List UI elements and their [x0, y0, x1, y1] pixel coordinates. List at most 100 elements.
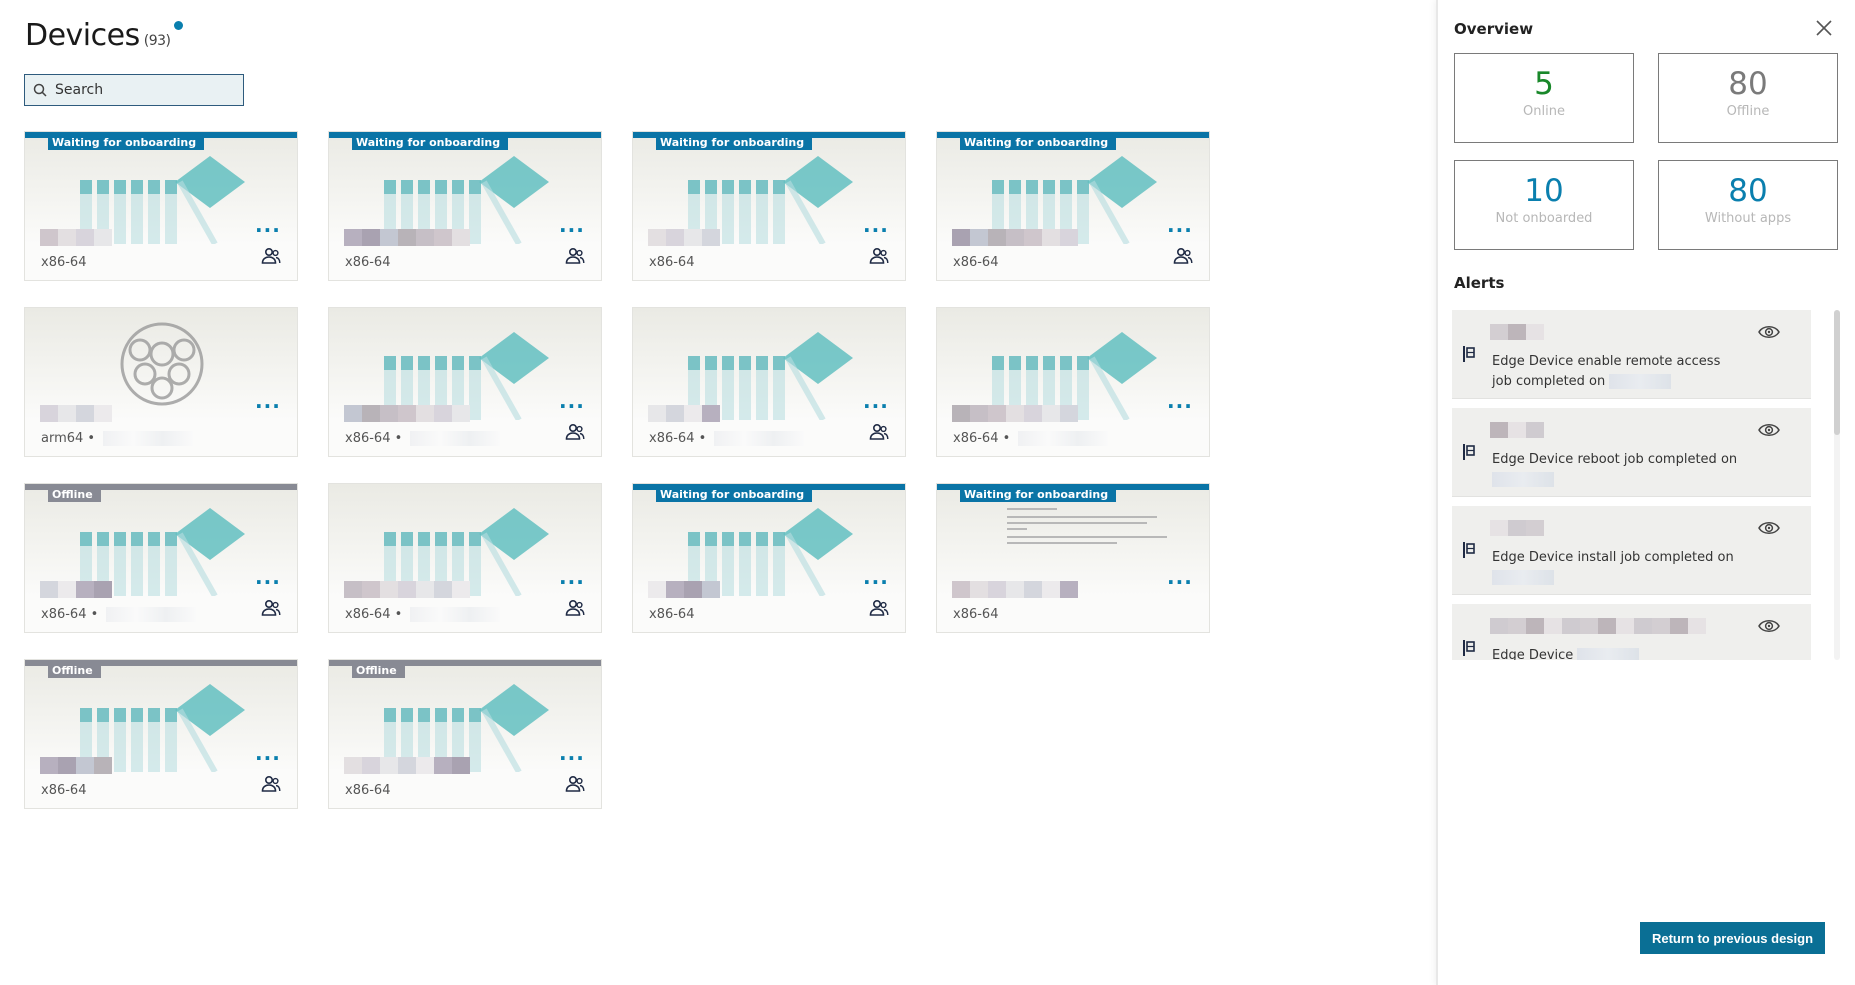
search-icon: [33, 83, 47, 97]
stat-without-apps-value: 80: [1728, 173, 1768, 209]
device-card[interactable]: Waiting for onboarding x86-64 ···: [936, 131, 1210, 281]
search-input[interactable]: Search: [24, 74, 244, 106]
alert-view[interactable]: [1758, 618, 1780, 638]
device-card[interactable]: Waiting for onboarding x86-64 ···: [632, 131, 906, 281]
device-name-redacted: [952, 405, 1078, 422]
alert-item[interactable]: Edge Device install job completed on: [1452, 506, 1811, 595]
device-card[interactable]: x86-64 • ···: [936, 307, 1210, 457]
alert-item[interactable]: Edge Device: [1452, 604, 1811, 660]
page-title: Devices (93): [25, 18, 184, 53]
device-arch: x86-64 •: [953, 431, 1109, 446]
more-icon[interactable]: ···: [1167, 396, 1193, 416]
stat-without-apps[interactable]: 80 Without apps: [1658, 160, 1838, 250]
stat-offline-label: Offline: [1726, 104, 1770, 119]
device-card[interactable]: x86-64 • ···: [328, 307, 602, 457]
people-icon[interactable]: [261, 599, 281, 617]
device-arch-label: x86-64 •: [345, 607, 403, 622]
people-icon[interactable]: [869, 423, 889, 441]
eye-icon[interactable]: [1758, 520, 1780, 536]
more-icon[interactable]: ···: [559, 572, 585, 592]
device-arch-label: x86-64: [649, 255, 695, 270]
device-users[interactable]: [565, 247, 585, 269]
device-card[interactable]: Waiting for onboarding x86-64 ···: [936, 483, 1210, 633]
device-users[interactable]: [565, 599, 585, 621]
device-card[interactable]: Waiting for onboarding x86-64 ···: [24, 131, 298, 281]
alert-device-redacted: [1490, 520, 1544, 536]
alert-device-redacted: [1490, 422, 1544, 438]
eye-icon[interactable]: [1758, 618, 1780, 634]
people-icon[interactable]: [1173, 247, 1193, 265]
device-name-redacted: [344, 757, 470, 774]
device-users[interactable]: [869, 247, 889, 269]
people-icon[interactable]: [565, 775, 585, 793]
close-icon[interactable]: [1814, 18, 1834, 38]
device-arch: x86-64: [649, 607, 694, 622]
device-ip-redacted: [410, 607, 501, 622]
alert-view[interactable]: [1758, 422, 1780, 442]
status-badge: Waiting for onboarding: [960, 487, 1117, 502]
alert-date-redacted: [1492, 570, 1554, 585]
more-icon[interactable]: ···: [863, 572, 889, 592]
status-badge: Offline: [352, 663, 405, 678]
alert-text: Edge Device reboot job completed on: [1492, 450, 1742, 490]
people-icon[interactable]: [261, 247, 281, 265]
device-users[interactable]: [565, 423, 585, 445]
device-arch-label: x86-64 •: [953, 431, 1011, 446]
device-card[interactable]: arm64 • ···: [24, 307, 298, 457]
device-users[interactable]: [261, 247, 281, 269]
more-icon[interactable]: ···: [559, 220, 585, 240]
more-icon[interactable]: ···: [255, 396, 281, 416]
device-card[interactable]: x86-64 • ···: [328, 483, 602, 633]
stat-not-onboarded[interactable]: 10 Not onboarded: [1454, 160, 1634, 250]
alert-item[interactable]: Edge Device reboot job completed on: [1452, 408, 1811, 497]
device-card[interactable]: Waiting for onboarding x86-64 ···: [328, 131, 602, 281]
alert-view[interactable]: [1758, 520, 1780, 540]
device-card[interactable]: Offline x86-64 ···: [24, 659, 298, 809]
more-icon[interactable]: ···: [255, 748, 281, 768]
people-icon[interactable]: [261, 775, 281, 793]
device-card[interactable]: Offline x86-64 • ···: [24, 483, 298, 633]
people-icon[interactable]: [565, 599, 585, 617]
device-card[interactable]: x86-64 • ···: [632, 307, 906, 457]
device-name-redacted: [40, 581, 112, 598]
people-icon[interactable]: [869, 247, 889, 265]
device-arch: x86-64 •: [345, 607, 501, 622]
more-icon[interactable]: ···: [559, 396, 585, 416]
more-icon[interactable]: ···: [559, 748, 585, 768]
more-icon[interactable]: ···: [1167, 220, 1193, 240]
more-icon[interactable]: ···: [1167, 572, 1193, 592]
status-badge: Waiting for onboarding: [656, 487, 813, 502]
device-users[interactable]: [565, 775, 585, 797]
flag-icon: [1463, 444, 1475, 460]
alert-type: [1462, 541, 1476, 563]
device-users[interactable]: [1173, 247, 1193, 269]
people-icon[interactable]: [565, 247, 585, 265]
flag-icon: [1463, 542, 1475, 558]
device-name-redacted: [40, 229, 112, 246]
stat-online[interactable]: 5 Online: [1454, 53, 1634, 143]
device-arch-label: x86-64 •: [41, 607, 99, 622]
device-users[interactable]: [261, 599, 281, 621]
more-icon[interactable]: ···: [863, 396, 889, 416]
alert-view[interactable]: [1758, 324, 1780, 344]
device-card[interactable]: Waiting for onboarding x86-64 ···: [632, 483, 906, 633]
main-area: Devices (93) Search Waiting for onboardin…: [0, 0, 1436, 985]
stat-offline[interactable]: 80 Offline: [1658, 53, 1838, 143]
return-to-previous-design-button[interactable]: Return to previous design: [1640, 922, 1825, 954]
device-arch-label: x86-64 •: [649, 431, 707, 446]
people-icon[interactable]: [565, 423, 585, 441]
eye-icon[interactable]: [1758, 422, 1780, 438]
device-users[interactable]: [261, 775, 281, 797]
device-card[interactable]: Offline x86-64 ···: [328, 659, 602, 809]
device-users[interactable]: [869, 599, 889, 621]
alerts-scrollbar[interactable]: [1834, 310, 1840, 435]
overview-title: Overview: [1454, 20, 1534, 38]
device-arch: x86-64: [953, 607, 998, 622]
people-icon[interactable]: [869, 599, 889, 617]
eye-icon[interactable]: [1758, 324, 1780, 340]
more-icon[interactable]: ···: [255, 220, 281, 240]
device-users[interactable]: [869, 423, 889, 445]
more-icon[interactable]: ···: [255, 572, 281, 592]
more-icon[interactable]: ···: [863, 220, 889, 240]
alert-item[interactable]: Edge Device enable remote access job com…: [1452, 310, 1811, 399]
